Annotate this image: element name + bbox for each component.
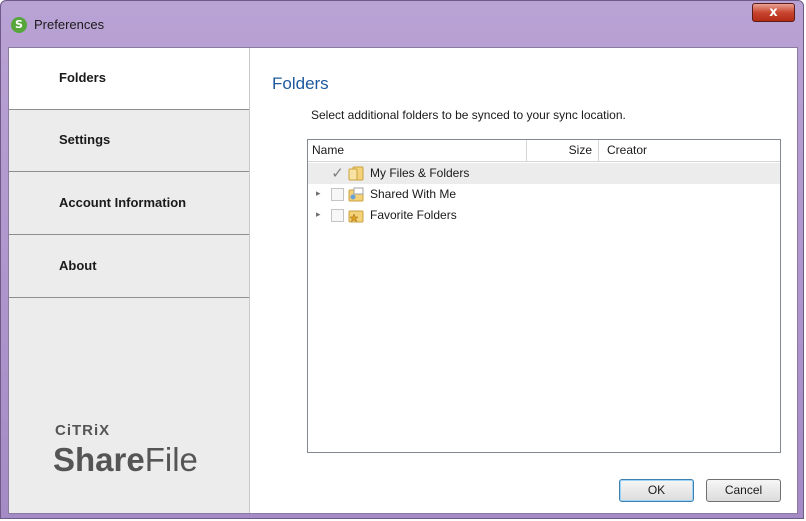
tree-row-label: Favorite Folders [370, 208, 457, 222]
column-header-size[interactable]: Size [527, 140, 599, 161]
close-button[interactable]: x [752, 3, 795, 22]
sidebar-item-folders[interactable]: Folders [9, 48, 249, 110]
tree-row-shared-with-me[interactable]: ▸ Shared With Me [308, 184, 780, 205]
column-header-name[interactable]: Name [308, 140, 527, 161]
citrix-logo: CiTRiX [55, 422, 111, 439]
sidebar-item-label: Account Information [59, 195, 187, 210]
column-header-creator[interactable]: Creator [599, 140, 780, 161]
close-icon: x [769, 5, 778, 20]
sidebar-item-settings[interactable]: Settings [9, 110, 249, 172]
sharefile-s-icon: S [11, 17, 27, 33]
title-bar[interactable]: S Preferences x [1, 1, 803, 41]
cancel-button[interactable]: Cancel [706, 479, 781, 502]
sidebar-item-about[interactable]: About [9, 236, 249, 298]
sidebar-item-label: Folders [59, 70, 106, 85]
tree-header: Name Size Creator [308, 140, 780, 162]
sidebar: Folders Settings Account Information Abo… [9, 48, 250, 513]
tree-row-my-files[interactable]: ✓ My Files & Folders [308, 163, 780, 184]
checkbox-my-files[interactable]: ✓ [331, 166, 344, 181]
folder-icon [348, 166, 364, 181]
favorite-folder-icon [348, 210, 364, 223]
tree-row-label: My Files & Folders [370, 166, 470, 180]
preferences-window: S Preferences x Folders Settings Account… [0, 0, 804, 519]
tree-row-label: Shared With Me [370, 187, 457, 201]
tree-row-favorite-folders[interactable]: ▸ Favorite Folders [308, 205, 780, 226]
dialog-client-area: Folders Settings Account Information Abo… [8, 47, 798, 514]
folder-tree[interactable]: Name Size Creator ✓ My Files & Folders ▸ [307, 139, 781, 453]
instructions-text: Select additional folders to be synced t… [311, 108, 626, 122]
checkbox-favorite-folders[interactable] [331, 209, 344, 222]
sharefile-logo-share: Share [53, 441, 145, 478]
checkbox-shared-with-me[interactable] [331, 188, 344, 201]
expand-arrow-icon[interactable]: ▸ [316, 210, 321, 220]
sidebar-item-label: Settings [59, 132, 111, 147]
expand-arrow-icon[interactable]: ▸ [316, 189, 321, 199]
main-panel: Folders Select additional folders to be … [250, 48, 797, 513]
sharefile-logo: ShareFile [53, 441, 198, 479]
window-title: Preferences [34, 17, 105, 32]
shared-folder-icon [348, 187, 364, 202]
page-title: Folders [272, 74, 329, 93]
sharefile-logo-file: File [144, 441, 198, 478]
ok-button[interactable]: OK [619, 479, 694, 502]
sidebar-item-account-information[interactable]: Account Information [9, 173, 249, 235]
sidebar-item-label: About [59, 258, 97, 273]
